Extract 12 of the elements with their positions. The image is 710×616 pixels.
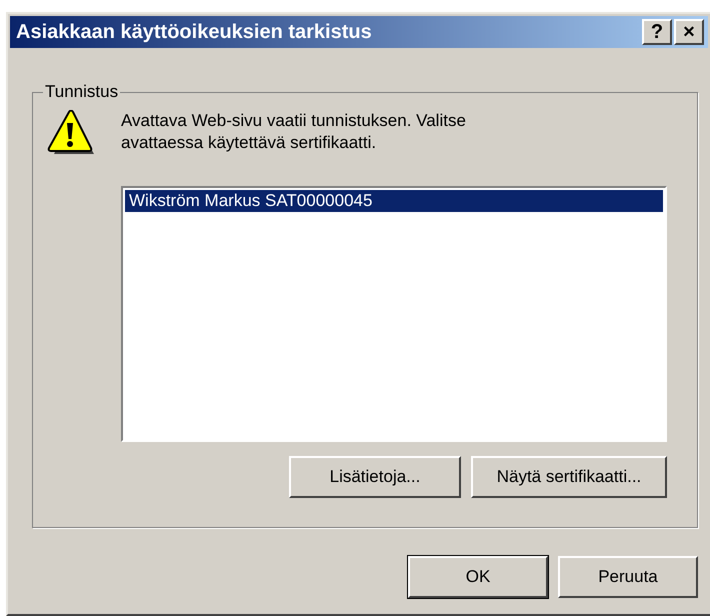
- ok-button[interactable]: OK: [408, 556, 548, 598]
- help-button[interactable]: ?: [642, 19, 672, 45]
- show-certificate-button[interactable]: Näytä sertifikaatti...: [471, 456, 667, 498]
- warning-icon: [47, 110, 97, 156]
- message-text: Avattava Web-sivu vaatii tunnistuksen. Valitse avattaessa käytettävä sertifikaatti.: [121, 110, 467, 154]
- group-label: Tunnistus: [44, 82, 120, 102]
- cancel-button[interactable]: Peruuta: [558, 556, 698, 598]
- close-button[interactable]: ×: [674, 19, 704, 45]
- certificate-item[interactable]: Wikström Markus SAT00000045: [125, 190, 663, 212]
- window-title: Asiakkaan käyttöoikeuksien tarkistus: [16, 20, 372, 44]
- details-button[interactable]: Lisätietoja...: [289, 456, 461, 498]
- certificate-list[interactable]: Wikström Markus SAT00000045: [121, 186, 667, 442]
